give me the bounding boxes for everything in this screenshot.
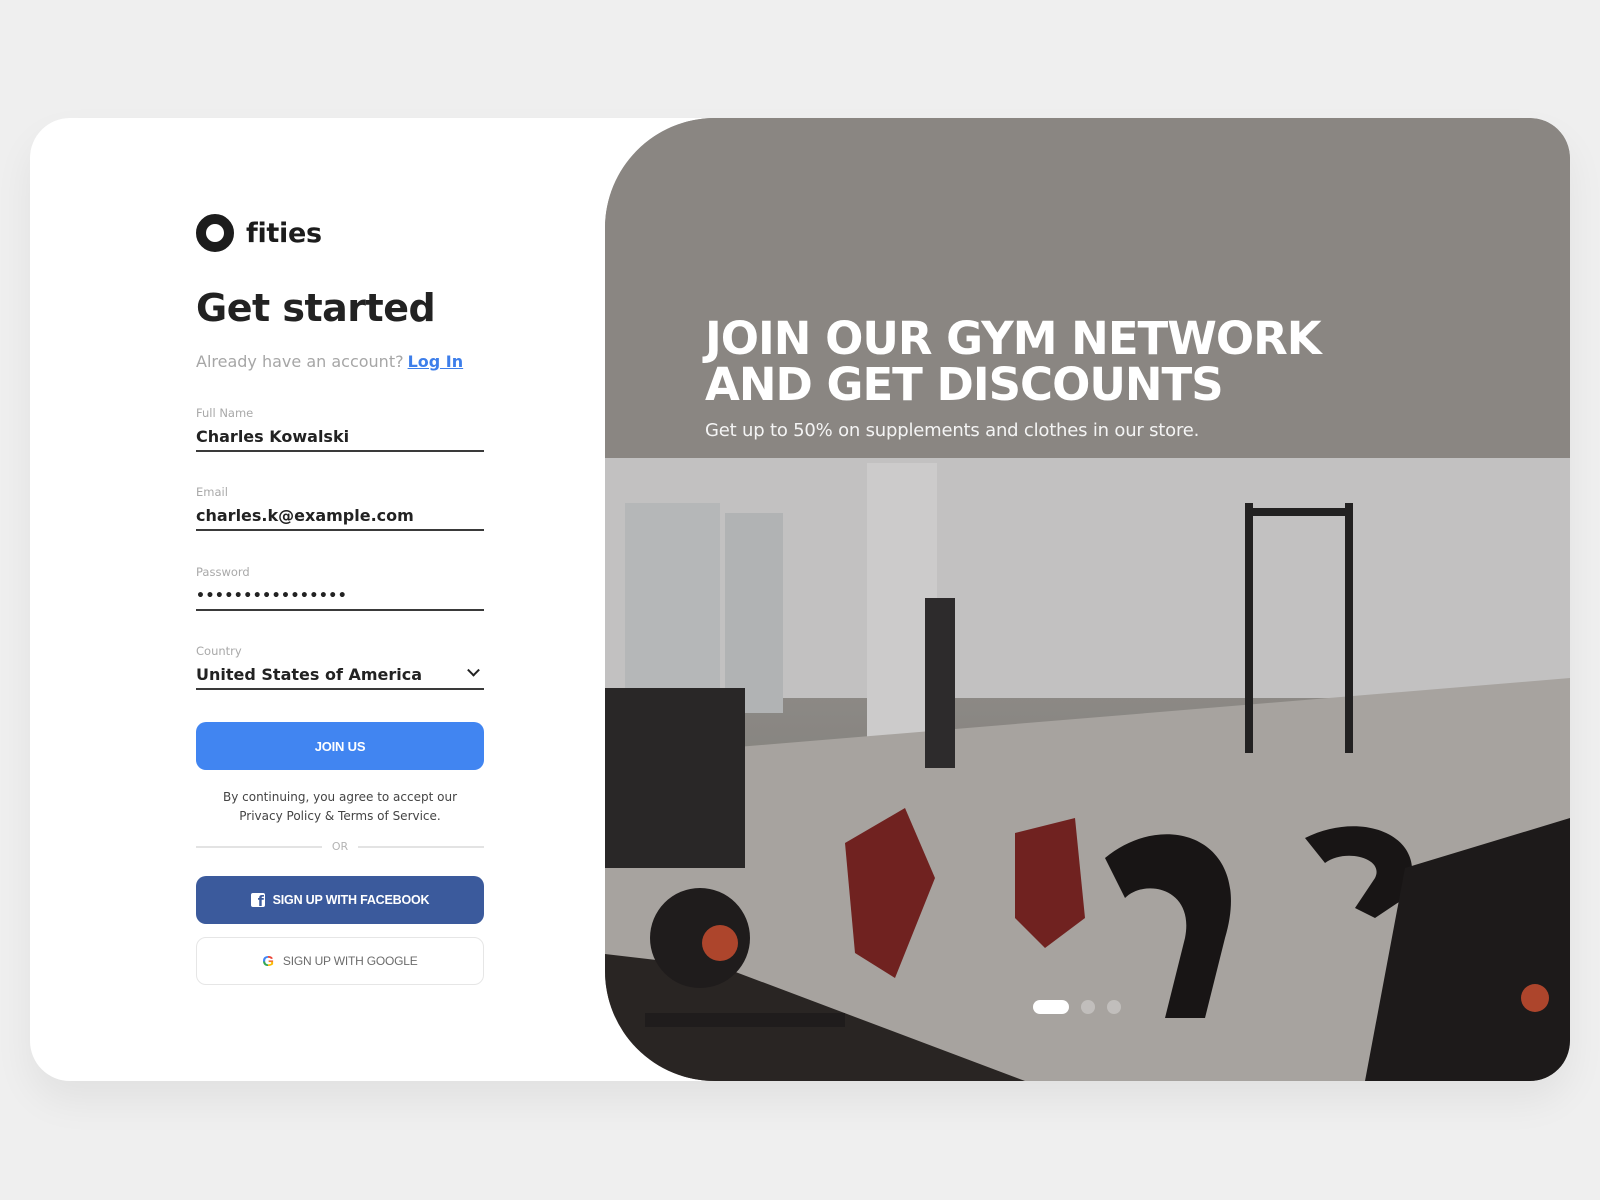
country-select[interactable]: United States of America: [196, 663, 484, 690]
carousel-dot-1[interactable]: [1033, 1000, 1069, 1014]
carousel-dot-2[interactable]: [1081, 1000, 1095, 1014]
password-row: [196, 585, 484, 611]
google-button-label: SIGN UP WITH GOOGLE: [282, 954, 418, 968]
full-name-input[interactable]: [196, 427, 484, 446]
join-us-button[interactable]: JOIN US: [196, 722, 484, 770]
full-name-field: Full Name: [196, 406, 484, 452]
page-title: Get started: [196, 286, 436, 330]
email-label: Email: [196, 485, 228, 499]
facebook-button-label: SIGN UP WITH FACEBOOK: [272, 893, 430, 907]
password-input[interactable]: [196, 587, 484, 604]
chevron-down-icon: [467, 663, 480, 677]
terms-line-1: By continuing, you agree to accept our: [222, 790, 458, 804]
google-signup-button[interactable]: G SIGN UP WITH GOOGLE: [196, 937, 484, 985]
facebook-signup-button[interactable]: SIGN UP WITH FACEBOOK: [196, 876, 484, 924]
carousel-dot-3[interactable]: [1107, 1000, 1121, 1014]
google-icon: G: [262, 952, 274, 970]
ring-logo-icon: [196, 214, 234, 252]
password-label: Password: [196, 565, 250, 579]
terms-text: By continuing, you agree to accept our P…: [196, 788, 484, 826]
full-name-row: [196, 426, 484, 452]
full-name-label: Full Name: [196, 406, 254, 420]
login-link[interactable]: Log In: [408, 352, 464, 371]
hero-text: JOIN OUR GYM NETWORK AND GET DISCOUNTS G…: [705, 312, 1322, 442]
password-field: Password: [196, 565, 484, 611]
divider-or-text: OR: [331, 840, 349, 853]
divider-line-left: [196, 845, 322, 848]
country-field: Country United States of America: [196, 644, 484, 690]
hero-heading: JOIN OUR GYM NETWORK AND GET DISCOUNTS: [705, 312, 1322, 411]
or-divider: OR: [196, 840, 484, 853]
hero-subheading: Get up to 50% on supplements and clothes…: [705, 420, 1200, 441]
hero-panel: JOIN OUR GYM NETWORK AND GET DISCOUNTS G…: [605, 118, 1570, 1081]
divider-line-right: [358, 845, 484, 848]
email-row: [196, 505, 484, 531]
terms-line-2: Privacy Policy & Terms of Service.: [239, 809, 441, 823]
email-input[interactable]: [196, 506, 484, 525]
account-prompt-text: Already have an account?: [196, 352, 404, 371]
country-label: Country: [196, 644, 242, 658]
email-field: Email: [196, 485, 484, 531]
hero-overlay: [605, 118, 1570, 1081]
facebook-icon: [250, 893, 265, 907]
carousel-dots: [1033, 1000, 1133, 1014]
brand-name: fities: [246, 217, 322, 249]
country-value: United States of America: [196, 665, 423, 684]
brand: fities: [196, 214, 322, 252]
login-prompt: Already have an account? Log In: [196, 352, 463, 371]
signup-card: fities Get started Already have an accou…: [30, 118, 1570, 1081]
